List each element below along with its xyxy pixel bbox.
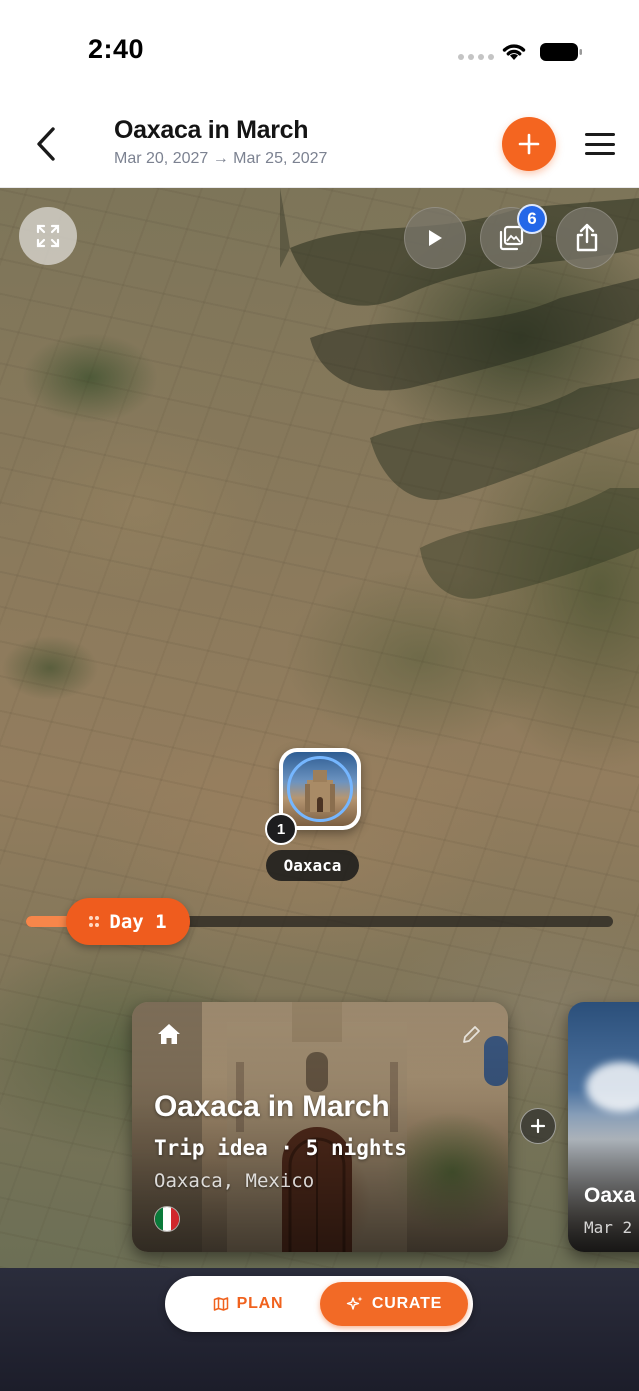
- play-icon: [429, 230, 442, 246]
- share-icon: [576, 223, 598, 252]
- page-title: Oaxaca in March: [114, 116, 309, 144]
- hamburger-icon: [585, 133, 615, 136]
- add-button[interactable]: [502, 117, 556, 171]
- marker-label[interactable]: Oaxaca: [266, 850, 359, 881]
- insert-stop-button[interactable]: [520, 1108, 556, 1144]
- plan-tab[interactable]: PLAN: [175, 1282, 321, 1326]
- mode-toggle: PLAN CURATE: [165, 1276, 473, 1332]
- card-location: Oaxaca, Mexico: [154, 1170, 315, 1192]
- play-button[interactable]: [404, 207, 466, 269]
- drag-handle-icon: [89, 915, 100, 928]
- card-photo-overlay: [568, 1002, 639, 1252]
- next-trip-card[interactable]: Oaxa Mar 2: [568, 1002, 639, 1252]
- day-selector-handle[interactable]: Day 1: [66, 898, 190, 945]
- battery-icon: [540, 43, 582, 61]
- share-button[interactable]: [556, 207, 618, 269]
- trip-date-range: Mar 20, 2027 → Mar 25, 2027: [114, 150, 328, 167]
- gallery-count-badge: 6: [517, 204, 547, 234]
- trip-map[interactable]: 6 1 Oaxaca Day 1 Oaxaca in March Trip id…: [0, 188, 639, 1268]
- marker-photo: [283, 752, 357, 826]
- menu-button[interactable]: [582, 130, 618, 158]
- next-card-title: Oaxa: [584, 1184, 636, 1207]
- bottom-bar: PLAN CURATE: [0, 1268, 639, 1391]
- card-title: Oaxaca in March: [154, 1090, 390, 1123]
- status-bar: 2:40: [0, 0, 639, 100]
- curate-tab[interactable]: CURATE: [320, 1282, 468, 1326]
- next-card-date: Mar 2: [584, 1218, 633, 1237]
- trip-header: Oaxaca in March Mar 20, 2027 → Mar 25, 2…: [0, 100, 639, 188]
- wifi-icon: [502, 44, 526, 60]
- home-icon: [158, 1024, 180, 1044]
- expand-icon: [36, 224, 60, 248]
- expand-map-button[interactable]: [19, 207, 77, 265]
- plus-icon: [518, 133, 540, 155]
- curate-tab-label: CURATE: [371, 1295, 443, 1312]
- card-photo-overlay: [132, 1002, 508, 1252]
- edit-icon[interactable]: [460, 1024, 482, 1046]
- status-time: 2:40: [88, 34, 145, 64]
- sparkles-icon: [346, 1296, 363, 1310]
- trip-card[interactable]: Oaxaca in March Trip idea · 5 nights Oax…: [132, 1002, 508, 1252]
- marker-ring: [287, 756, 353, 822]
- card-subtitle: Trip idea · 5 nights: [154, 1136, 407, 1160]
- day-label: Day 1: [109, 910, 167, 933]
- chevron-left-icon: [37, 127, 55, 161]
- marker-number-badge: 1: [265, 813, 297, 845]
- back-button[interactable]: [26, 122, 66, 166]
- signal-icon: [458, 54, 494, 60]
- map-icon: [213, 1297, 228, 1311]
- plus-icon: [530, 1118, 546, 1134]
- plan-tab-label: PLAN: [236, 1295, 284, 1312]
- mexico-flag-icon: [154, 1206, 180, 1232]
- map-mountains: [280, 188, 639, 599]
